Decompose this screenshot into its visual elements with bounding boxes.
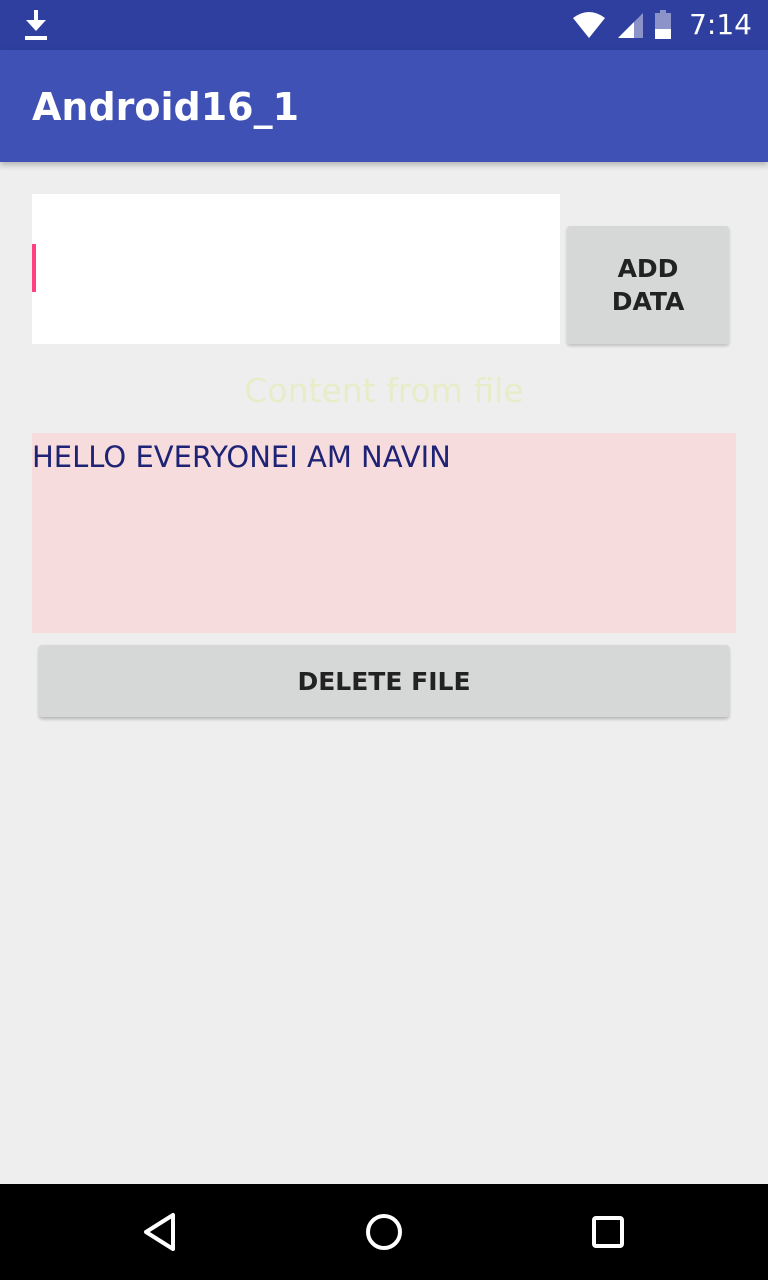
status-bar: 7:14 (0, 0, 768, 50)
data-input-field[interactable] (32, 194, 560, 344)
back-icon (144, 1213, 175, 1251)
signal-icon (618, 13, 643, 38)
delete-file-button[interactable]: DELETE FILE (39, 645, 729, 717)
navigation-bar (0, 1184, 768, 1280)
battery-icon (655, 10, 671, 39)
file-content-text: HELLO EVERYONEI AM NAVIN (32, 440, 451, 474)
download-icon (25, 10, 47, 40)
text-cursor (32, 244, 36, 292)
content-label: Content from file (244, 371, 524, 410)
home-button[interactable] (360, 1208, 408, 1256)
add-data-button[interactable]: ADD DATA (567, 226, 729, 344)
file-content-box: HELLO EVERYONEI AM NAVIN (32, 433, 736, 633)
home-icon (366, 1214, 402, 1250)
app-title: Android16_1 (32, 85, 300, 129)
status-time: 7:14 (689, 8, 752, 41)
status-icons (572, 10, 672, 40)
recents-icon (592, 1216, 624, 1248)
app-bar: Android16_1 (0, 50, 768, 162)
back-button[interactable] (136, 1208, 184, 1256)
recents-button[interactable] (584, 1208, 632, 1256)
wifi-icon (573, 12, 605, 38)
